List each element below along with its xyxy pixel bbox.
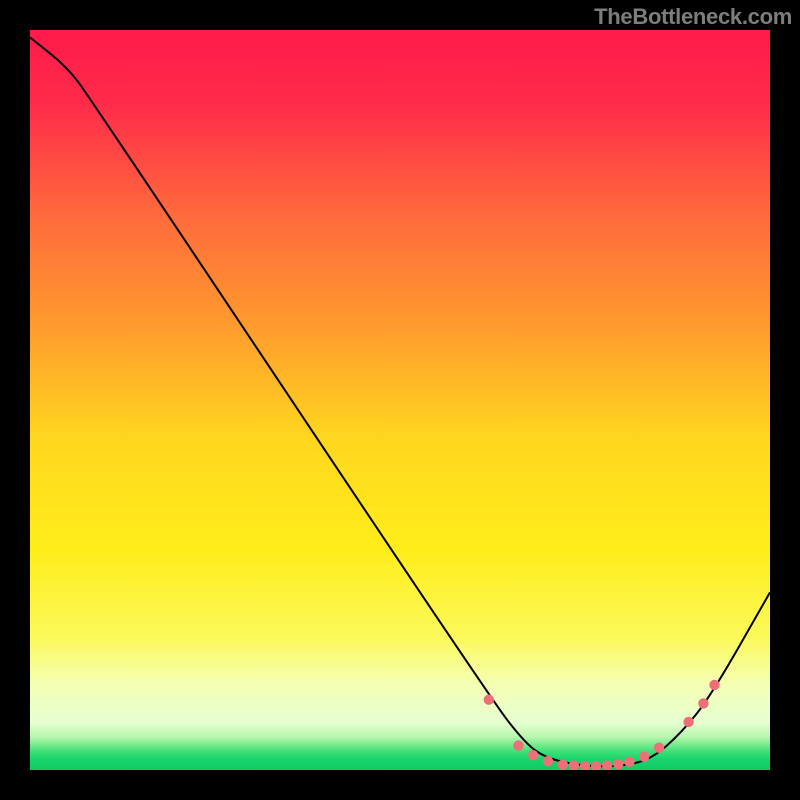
curve-marker [543, 756, 553, 766]
curve-marker [513, 740, 523, 750]
curve-marker [683, 717, 693, 727]
curve-marker [484, 695, 494, 705]
curve-marker [698, 698, 708, 708]
curve-marker [709, 680, 719, 690]
curve-marker [613, 759, 623, 769]
curve-marker [558, 760, 568, 770]
gradient-background [30, 30, 770, 770]
curve-marker [528, 750, 538, 760]
chart-frame: TheBottleneck.com [0, 0, 800, 800]
chart-svg [30, 30, 770, 770]
curve-marker [639, 751, 649, 761]
plot-area [30, 30, 770, 770]
curve-marker [654, 743, 664, 753]
curve-marker [624, 757, 634, 767]
attribution-watermark: TheBottleneck.com [594, 4, 792, 30]
